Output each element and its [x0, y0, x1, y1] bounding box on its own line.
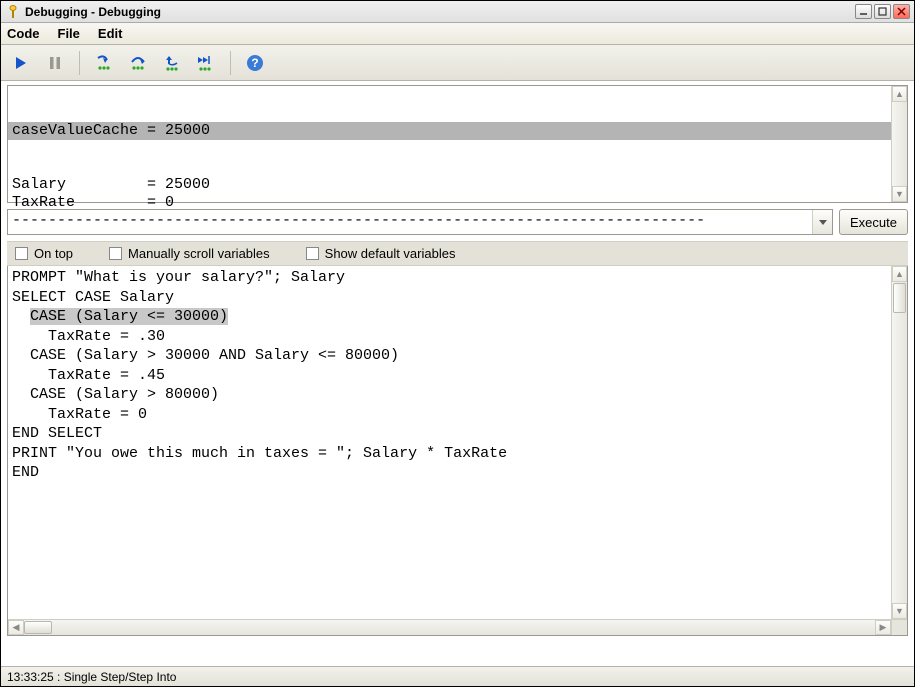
menu-code[interactable]: Code	[7, 26, 40, 41]
scroll-thumb[interactable]	[893, 283, 906, 313]
code-line: TaxRate = .45	[12, 366, 903, 386]
scroll-up-icon[interactable]: ▲	[892, 86, 907, 102]
toolbar-separator	[230, 51, 231, 75]
statusbar: 13:33:25 : Single Step/Step Into	[1, 666, 914, 686]
code-line: CASE (Salary > 80000)	[12, 385, 903, 405]
scroll-corner	[891, 619, 907, 635]
step-out-icon	[163, 54, 181, 72]
step-over-button[interactable]	[126, 51, 150, 75]
scroll-down-icon[interactable]: ▼	[892, 603, 907, 619]
play-icon	[13, 55, 29, 71]
variables-scrollbar[interactable]: ▲ ▼	[891, 86, 907, 202]
minimize-button[interactable]	[855, 4, 872, 19]
svg-text:?: ?	[251, 56, 258, 70]
scroll-thumb[interactable]	[24, 621, 52, 634]
code-line: PROMPT "What is your salary?"; Salary	[12, 268, 903, 288]
scroll-right-icon[interactable]: ▶	[875, 620, 891, 635]
code-line: PRINT "You owe this much in taxes = "; S…	[12, 444, 903, 464]
code-line: TaxRate = 0	[12, 405, 903, 425]
variables-panel: caseValueCache = 25000 Salary = 25000Tax…	[7, 85, 908, 203]
run-to-icon	[196, 54, 216, 72]
titlebar: Debugging - Debugging	[1, 1, 914, 23]
variable-row: ----------------------------------------…	[8, 212, 907, 230]
code-line-current: CASE (Salary <= 30000)	[12, 307, 903, 327]
variables-content: caseValueCache = 25000 Salary = 25000Tax…	[8, 86, 907, 266]
window-title: Debugging - Debugging	[25, 5, 855, 19]
scroll-up-icon[interactable]: ▲	[892, 266, 907, 282]
code-line: TaxRate = .30	[12, 327, 903, 347]
run-to-button[interactable]	[194, 51, 218, 75]
step-over-icon	[129, 54, 147, 72]
help-button[interactable]: ?	[243, 51, 267, 75]
code-scrollbar-horizontal[interactable]: ◀ ▶	[8, 619, 891, 635]
code-line: CASE (Salary > 30000 AND Salary <= 80000…	[12, 346, 903, 366]
scroll-down-icon[interactable]: ▼	[892, 186, 907, 202]
step-into-button[interactable]	[92, 51, 116, 75]
code-line: END SELECT	[12, 424, 903, 444]
status-text: 13:33:25 : Single Step/Step Into	[7, 670, 176, 684]
menu-edit[interactable]: Edit	[98, 26, 123, 41]
code-line: END	[12, 463, 903, 483]
code-line: SELECT CASE Salary	[12, 288, 903, 308]
pause-button[interactable]	[43, 51, 67, 75]
toolbar-separator	[79, 51, 80, 75]
code-content[interactable]: PROMPT "What is your salary?"; SalarySEL…	[8, 266, 907, 485]
menu-file[interactable]: File	[58, 26, 80, 41]
variable-row: TaxRate = 0	[8, 194, 907, 212]
help-icon: ?	[246, 54, 264, 72]
step-out-button[interactable]	[160, 51, 184, 75]
run-button[interactable]	[9, 51, 33, 75]
close-button[interactable]	[893, 4, 910, 19]
menubar: Code File Edit	[1, 23, 914, 45]
variable-row-highlighted: caseValueCache = 25000	[8, 122, 907, 140]
code-panel: PROMPT "What is your salary?"; SalarySEL…	[7, 266, 908, 636]
maximize-button[interactable]	[874, 4, 891, 19]
variable-row: Salary = 25000	[8, 176, 907, 194]
scroll-left-icon[interactable]: ◀	[8, 620, 24, 635]
toolbar: ?	[1, 45, 914, 81]
step-into-icon	[95, 54, 113, 72]
app-icon	[5, 4, 21, 20]
code-scrollbar-vertical[interactable]: ▲ ▼	[891, 266, 907, 619]
pause-icon	[47, 55, 63, 71]
